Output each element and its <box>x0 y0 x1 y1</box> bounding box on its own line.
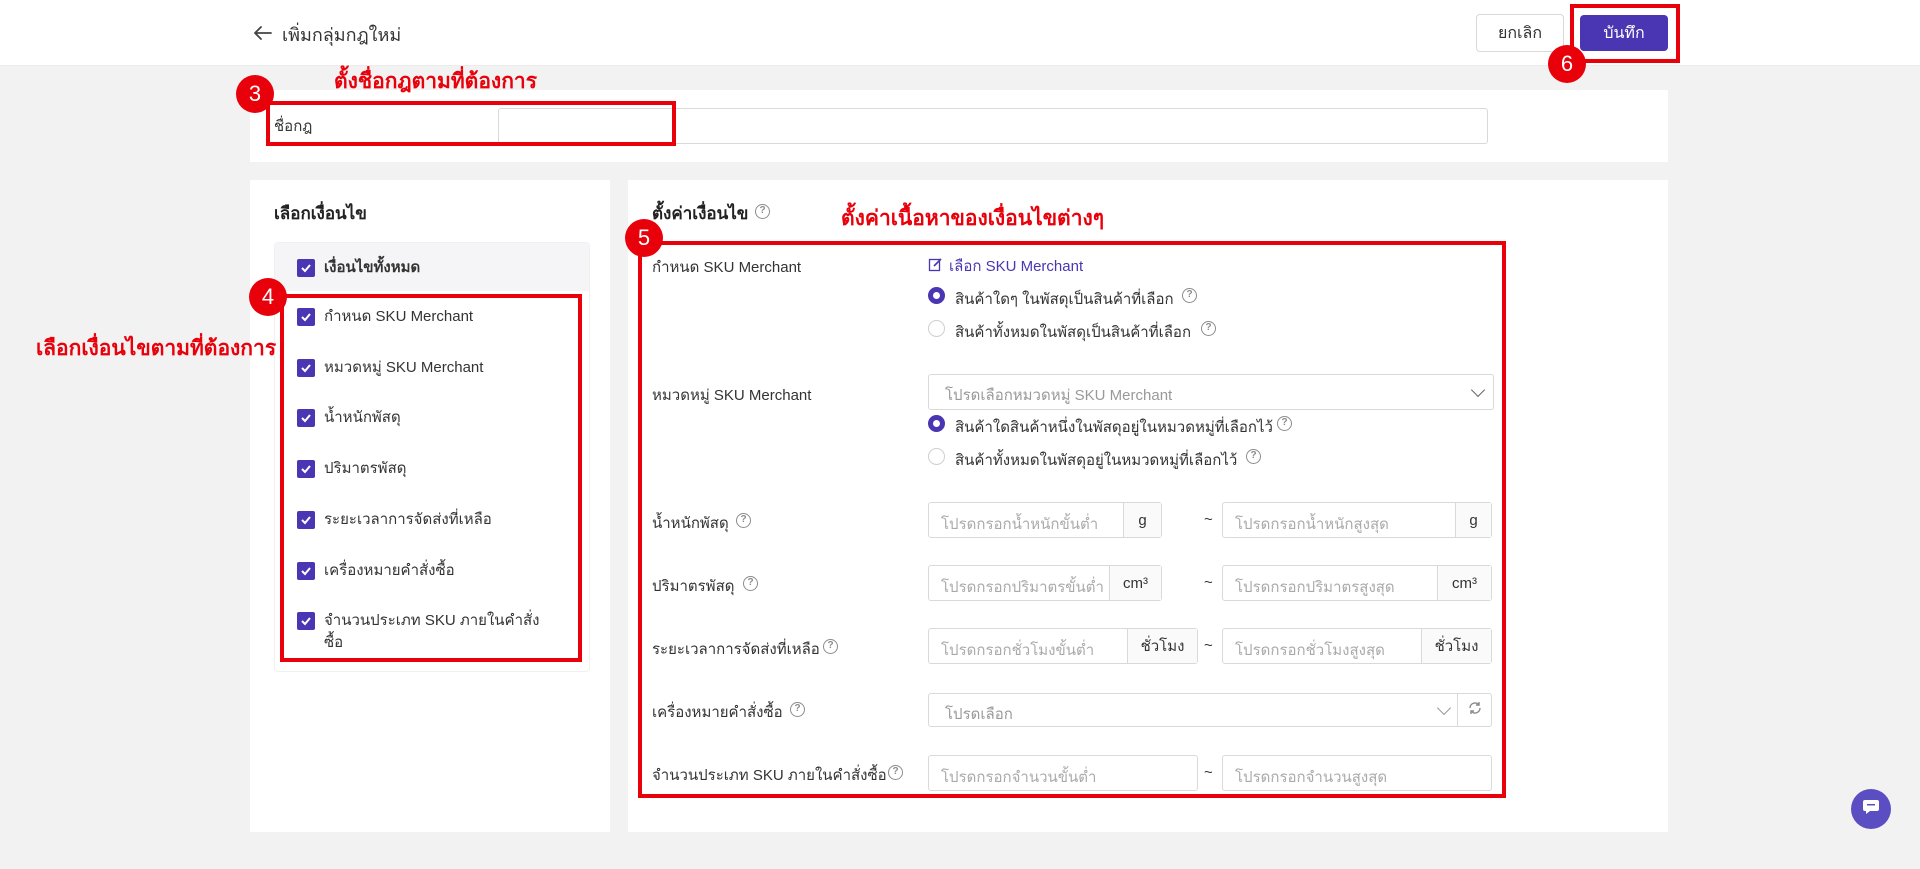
chat-button[interactable] <box>1851 789 1891 829</box>
back-arrow-icon[interactable] <box>250 20 276 46</box>
checkbox-all-conditions[interactable] <box>297 259 315 277</box>
annotation-note-settings: ตั้งค่าเนื้อหาของเงื่อนไขต่างๆ <box>841 205 1105 230</box>
page-title: เพิ่มกลุ่มกฎใหม่ <box>282 25 402 45</box>
cancel-button[interactable]: ยกเลิก <box>1476 14 1564 52</box>
conditions-panel-title: เลือกเงื่อนไข <box>274 204 367 223</box>
annotation-box-conditions <box>280 294 582 662</box>
annotation-box-rule-name <box>266 101 676 146</box>
settings-panel-title: ตั้งค่าเงื่อนไข <box>652 204 749 223</box>
help-icon: ? <box>755 204 770 219</box>
annotation-note-rule-name: ตั้งชื่อกฎตามที่ต้องการ <box>334 68 537 93</box>
condition-all-row <box>275 243 589 291</box>
annotation-badge-3: 3 <box>236 75 274 113</box>
annotation-badge-4: 4 <box>249 278 287 316</box>
annotation-badge-6: 6 <box>1548 45 1586 83</box>
chat-icon <box>1862 799 1880 819</box>
annotation-box-settings <box>638 241 1506 798</box>
condition-all-label: เงื่อนไขทั้งหมด <box>324 259 421 276</box>
annotation-box-save <box>1570 4 1680 63</box>
annotation-badge-5: 5 <box>625 219 663 257</box>
annotation-note-conditions: เลือกเงื่อนไขตามที่ต้องการ <box>36 335 277 360</box>
